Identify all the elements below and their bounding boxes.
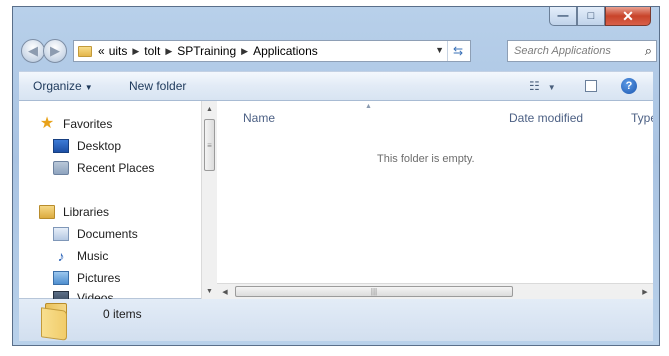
forward-arrow-icon: ▶ bbox=[50, 43, 60, 58]
search-icon[interactable]: ⌕ bbox=[645, 43, 652, 59]
close-icon: ✕ bbox=[622, 7, 634, 24]
sidebar-item-label: Videos bbox=[77, 291, 114, 299]
window-controls: — □ ✕ bbox=[549, 7, 651, 29]
forward-button[interactable]: ▶ bbox=[43, 39, 67, 63]
column-header-name[interactable]: Name bbox=[243, 111, 275, 125]
help-button[interactable]: ? bbox=[621, 78, 637, 94]
new-folder-button[interactable]: New folder bbox=[129, 79, 186, 93]
scroll-right-icon[interactable]: ▶ bbox=[637, 284, 653, 299]
chevron-down-icon: ▼ bbox=[84, 83, 93, 92]
sidebar-item-label: Music bbox=[77, 249, 109, 263]
explorer-window: — □ ✕ ◀ ▶ « uits ▶ tolt ▶ SPTraining ▶ A… bbox=[12, 6, 660, 346]
scrollbar-thumb[interactable]: ||| bbox=[235, 286, 513, 297]
item-count-text: 0 items bbox=[103, 307, 142, 321]
sidebar-item-desktop[interactable]: Desktop bbox=[53, 139, 121, 153]
back-button[interactable]: ◀ bbox=[21, 39, 45, 63]
navigation-pane-scrollbar[interactable]: ▲ ≡ ▼ bbox=[201, 101, 217, 299]
refresh-icon: ⇆ bbox=[452, 44, 464, 58]
sidebar-item-music[interactable]: ♪ Music bbox=[53, 248, 109, 264]
folder-icon bbox=[41, 303, 73, 341]
navigation-pane: ★ Favorites Desktop Recent Places Librar… bbox=[19, 101, 217, 299]
empty-folder-message: This folder is empty. bbox=[377, 153, 475, 165]
scrollbar-thumb[interactable]: ≡ bbox=[204, 119, 215, 171]
sort-indicator-icon: ▲ bbox=[365, 103, 372, 110]
content-area: ★ Favorites Desktop Recent Places Librar… bbox=[19, 101, 653, 299]
column-header-type[interactable]: Type bbox=[631, 111, 653, 125]
recent-places-icon bbox=[53, 161, 69, 175]
help-icon: ? bbox=[625, 80, 633, 92]
scroll-up-icon[interactable]: ▲ bbox=[202, 101, 217, 117]
documents-icon bbox=[53, 227, 69, 241]
back-arrow-icon: ◀ bbox=[28, 43, 38, 58]
new-folder-label: New folder bbox=[129, 79, 187, 93]
breadcrumb-separator-icon[interactable]: ▶ bbox=[165, 46, 172, 57]
chevron-down-icon: ▼ bbox=[547, 83, 556, 92]
organize-button[interactable]: Organize ▼ bbox=[33, 79, 93, 93]
libraries-icon bbox=[39, 205, 55, 219]
sidebar-item-label: Pictures bbox=[77, 271, 121, 285]
music-icon: ♪ bbox=[57, 248, 65, 264]
breadcrumb-sptraining[interactable]: SPTraining bbox=[177, 44, 236, 58]
breadcrumb-separator-icon[interactable]: ▶ bbox=[132, 46, 139, 57]
breadcrumb-applications[interactable]: Applications bbox=[253, 44, 318, 58]
videos-icon bbox=[53, 291, 69, 299]
preview-pane-button[interactable] bbox=[585, 80, 597, 92]
address-overflow-chevron[interactable]: « bbox=[98, 44, 105, 58]
navigation-row: ◀ ▶ « uits ▶ tolt ▶ SPTraining ▶ Applica… bbox=[19, 37, 657, 65]
minimize-icon: — bbox=[557, 10, 569, 22]
command-bar: Organize ▼ New folder ☷ ▼ ? bbox=[19, 71, 653, 101]
sidebar-item-videos[interactable]: Videos bbox=[53, 291, 113, 299]
column-header-date-modified[interactable]: Date modified bbox=[509, 111, 583, 125]
address-dropdown-icon[interactable]: ▼ bbox=[435, 45, 444, 55]
sidebar-item-label: Recent Places bbox=[77, 161, 155, 175]
file-list-pane[interactable]: ▲ Name Date modified Type This folder is… bbox=[217, 101, 653, 299]
sidebar-item-label: Documents bbox=[77, 227, 138, 241]
sidebar-item-documents[interactable]: Documents bbox=[53, 227, 138, 241]
sidebar-item-label: Libraries bbox=[63, 205, 110, 219]
details-pane: 0 items bbox=[19, 299, 653, 341]
scroll-left-icon[interactable]: ◀ bbox=[217, 284, 233, 299]
sidebar-item-libraries[interactable]: Libraries bbox=[39, 205, 109, 219]
breadcrumb-tolt[interactable]: tolt bbox=[144, 44, 160, 58]
breadcrumb-separator-icon[interactable]: ▶ bbox=[241, 46, 248, 57]
desktop-icon bbox=[53, 139, 69, 153]
change-view-button[interactable]: ☷ ▼ bbox=[529, 79, 556, 93]
scroll-down-icon[interactable]: ▼ bbox=[202, 283, 217, 299]
search-input[interactable] bbox=[514, 45, 624, 57]
minimize-button[interactable]: — bbox=[549, 7, 577, 26]
address-bar[interactable]: « uits ▶ tolt ▶ SPTraining ▶ Application… bbox=[73, 40, 471, 62]
maximize-icon: □ bbox=[587, 10, 595, 22]
view-options-icon: ☷ bbox=[529, 79, 540, 93]
folder-icon bbox=[78, 45, 92, 57]
breadcrumb-uits[interactable]: uits bbox=[109, 44, 128, 58]
organize-label: Organize bbox=[33, 79, 82, 93]
star-icon: ★ bbox=[39, 115, 55, 132]
sidebar-item-label: Favorites bbox=[63, 117, 113, 131]
maximize-button[interactable]: □ bbox=[577, 7, 605, 26]
close-button[interactable]: ✕ bbox=[605, 7, 651, 26]
sidebar-item-label: Desktop bbox=[77, 139, 122, 153]
pictures-icon bbox=[53, 271, 69, 285]
sidebar-item-pictures[interactable]: Pictures bbox=[53, 271, 120, 285]
refresh-button[interactable]: ⇆ bbox=[447, 41, 468, 61]
search-box[interactable]: ⌕ bbox=[507, 40, 657, 62]
sidebar-item-recent-places[interactable]: Recent Places bbox=[53, 161, 154, 175]
sidebar-item-favorites[interactable]: ★ Favorites bbox=[39, 115, 113, 132]
file-list-horizontal-scrollbar[interactable]: ◀ ||| ▶ bbox=[217, 283, 653, 299]
